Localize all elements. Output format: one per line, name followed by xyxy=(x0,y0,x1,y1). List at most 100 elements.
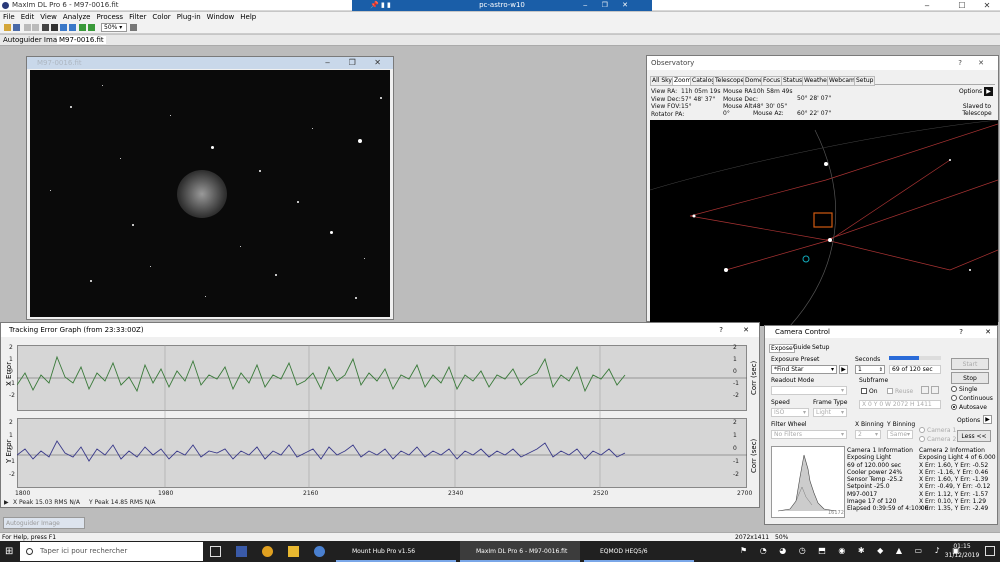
options-button[interactable]: Options xyxy=(959,88,982,95)
subframe-select-icon[interactable] xyxy=(921,386,929,394)
maximize-button[interactable]: ☐ xyxy=(952,0,972,11)
seconds-input[interactable]: 1 ⇕ xyxy=(855,365,885,374)
star xyxy=(240,246,241,247)
tab-expose[interactable]: Expose xyxy=(769,344,795,353)
tray-icons[interactable]: ⚑ ◔ ◕ ◷ ⬒ ◉ ✱ ◆ ▲ ▭ ♪ ▣ xyxy=(740,546,965,555)
start-button[interactable]: Start xyxy=(951,358,989,370)
redo-icon[interactable] xyxy=(32,24,39,31)
notification-icon[interactable] xyxy=(985,546,995,556)
chrome-icon[interactable] xyxy=(262,546,273,557)
help-button[interactable]: ? xyxy=(719,323,723,337)
minimized-autoguider-window[interactable]: Autoguider Image xyxy=(3,517,85,529)
screen-stretch-icon[interactable] xyxy=(42,24,49,31)
taskbar-app-eqmod[interactable]: EQMOD HEQ5/6 xyxy=(584,541,694,562)
menu-window[interactable]: Window xyxy=(204,12,238,22)
continuous-radio[interactable] xyxy=(951,395,957,401)
menu-process[interactable]: Process xyxy=(94,12,127,22)
readout-label: Readout Mode xyxy=(771,377,815,384)
menu-plugin[interactable]: Plug-in xyxy=(174,12,204,22)
play-icon[interactable]: ▶ xyxy=(984,87,993,96)
speed-select[interactable]: ISO ▾ xyxy=(771,408,809,417)
menu-help[interactable]: Help xyxy=(237,12,259,22)
autosave-radio[interactable] xyxy=(951,404,957,410)
tab-m97[interactable]: M97-0016.fit xyxy=(57,36,106,44)
task-view-icon[interactable] xyxy=(210,546,221,557)
scroll-left-icon[interactable]: ▶ xyxy=(4,499,9,506)
zoom-select[interactable]: 50% ▾ xyxy=(101,23,127,32)
zoom-in-icon[interactable] xyxy=(79,24,86,31)
save-icon[interactable] xyxy=(13,24,20,31)
exposure-preset-select[interactable]: *Find Star ▾ xyxy=(771,365,837,374)
histogram-svg xyxy=(777,454,837,512)
camera1-radio[interactable] xyxy=(919,427,925,433)
menu-view[interactable]: View xyxy=(37,12,60,22)
image-window: M97-0016.fit ‒ ❐ ✕ xyxy=(26,56,394,320)
subframe-on-checkbox[interactable] xyxy=(861,388,867,394)
app-icon[interactable] xyxy=(236,546,247,557)
x-left-ticks: 2 1 0 -1 -2 xyxy=(9,344,15,399)
x-binning-select[interactable]: 2 ▾ xyxy=(855,430,881,439)
crop-icon[interactable] xyxy=(69,24,76,31)
menu-analyze[interactable]: Analyze xyxy=(60,12,94,22)
tab-status[interactable]: Status xyxy=(781,76,805,86)
y-stats: Y Peak 14.85 RMS N/A xyxy=(89,499,156,506)
file-explorer-icon[interactable] xyxy=(288,546,299,557)
open-icon[interactable] xyxy=(4,24,11,31)
options-play-icon[interactable]: ▶ xyxy=(983,415,992,424)
close-button[interactable]: ✕ xyxy=(978,56,984,70)
info-icon[interactable] xyxy=(51,24,58,31)
clock-time[interactable]: 01:15 xyxy=(948,543,976,550)
windows-start-icon[interactable]: ⊞ xyxy=(5,546,16,557)
tab-focus[interactable]: Focus xyxy=(761,76,783,86)
tab-setup[interactable]: Setup xyxy=(812,344,829,351)
menu-color[interactable]: Color xyxy=(149,12,173,22)
sky-chart[interactable] xyxy=(649,119,999,327)
slaved-to-telescope[interactable]: Slaved to Telescope xyxy=(959,103,995,117)
filter-select[interactable]: No Filters ▾ xyxy=(771,430,847,439)
tab-all-sky[interactable]: All Sky xyxy=(650,76,674,86)
subframe-full-icon[interactable] xyxy=(931,386,939,394)
x-tick-2340: 2340 xyxy=(448,490,464,497)
help-pointer-icon[interactable] xyxy=(130,24,137,31)
single-radio[interactable] xyxy=(951,386,957,392)
observatory-window: Observatory ? ✕ All Sky Zoom Catalog Tel… xyxy=(646,55,999,327)
x-tick-2520: 2520 xyxy=(593,490,609,497)
star xyxy=(50,190,51,191)
tab-setup[interactable]: Setup xyxy=(854,76,876,86)
camera2-radio[interactable] xyxy=(919,436,925,442)
info-icon[interactable] xyxy=(314,546,325,557)
readout-select[interactable]: ▾ xyxy=(771,386,847,395)
help-button[interactable]: ? xyxy=(959,326,963,338)
preset-play-icon[interactable]: ▶ xyxy=(839,365,848,374)
menu-filter[interactable]: Filter xyxy=(126,12,149,22)
undo-icon[interactable] xyxy=(24,24,31,31)
y-binning-select[interactable]: Same ▾ xyxy=(887,430,913,439)
image-window-controls[interactable]: ‒ ❐ ✕ xyxy=(325,57,389,69)
close-button[interactable]: ✕ xyxy=(977,0,997,11)
close-button[interactable]: ✕ xyxy=(743,323,749,337)
tab-webcam[interactable]: Webcam xyxy=(827,76,857,86)
reuse-checkbox[interactable] xyxy=(887,388,893,394)
mouse-alt: 48° 30' 05" xyxy=(753,103,788,110)
menu-edit[interactable]: Edit xyxy=(18,12,38,22)
close-button[interactable]: ✕ xyxy=(985,326,991,338)
star xyxy=(364,258,365,259)
rdp-controls[interactable]: ‒ ❐ ✕ xyxy=(583,0,634,11)
astro-image[interactable] xyxy=(30,70,390,317)
stop-button[interactable]: Stop xyxy=(951,372,989,384)
tab-telescope[interactable]: Telescope xyxy=(713,76,747,86)
frame-type-select[interactable]: Light ▾ xyxy=(813,408,847,417)
taskbar-app-maxim[interactable]: MaxIm DL Pro 6 - M97-0016.fit xyxy=(460,541,580,562)
minimize-button[interactable]: ‒ xyxy=(917,0,937,11)
help-button[interactable]: ? xyxy=(958,56,962,70)
menu-file[interactable]: File xyxy=(0,12,18,22)
tab-guide[interactable]: Guide xyxy=(793,344,811,351)
zoom-out-icon[interactable] xyxy=(88,24,95,31)
pin-icon[interactable]: 📌 ▮ ▮ xyxy=(370,0,391,11)
taskbar-app-mount-hub[interactable]: Mount Hub Pro v1.56 xyxy=(336,541,456,562)
pointer-icon[interactable] xyxy=(60,24,67,31)
search-box[interactable]: Taper ici pour rechercher xyxy=(20,542,203,561)
less-button[interactable]: Less << xyxy=(957,430,991,442)
options-button[interactable]: Options xyxy=(957,417,980,424)
clock-date[interactable]: 31/12/2019 xyxy=(942,552,982,559)
